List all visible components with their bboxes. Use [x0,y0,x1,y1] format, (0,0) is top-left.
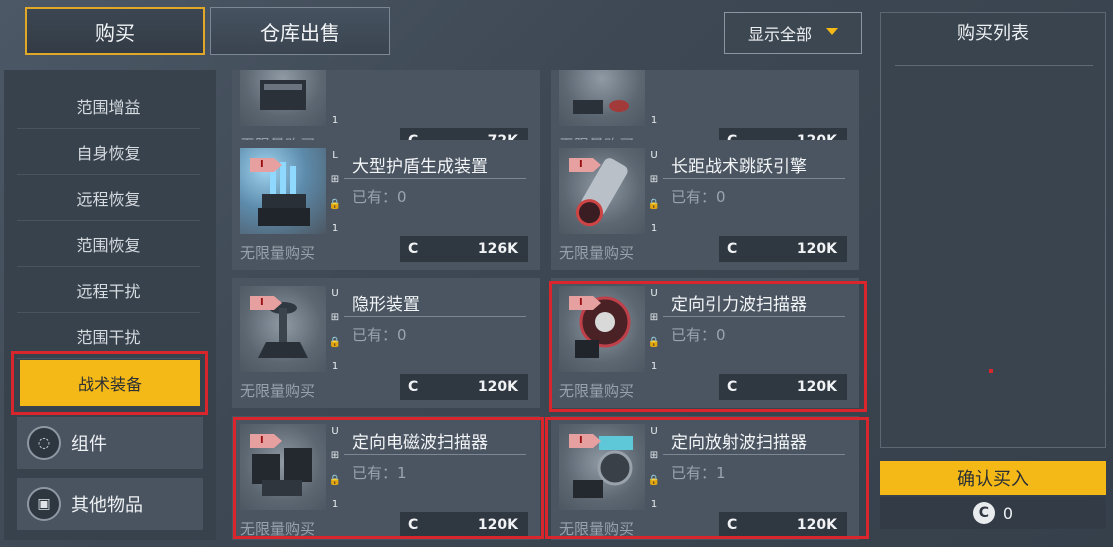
item-count: 1 [650,115,658,126]
price-value: 120K [477,379,518,395]
sidebar-item-remote-repair[interactable]: 远程恢复 [17,175,200,221]
item-count: 1 [331,222,339,234]
sidebar-item-self-repair[interactable]: 自身恢复 [17,129,200,175]
unlimited-purchase-label: 无限量购买 [240,382,316,400]
item-size: U [331,288,339,299]
sidebar-item-label: 范围干扰 [76,327,141,347]
currency-icon: C [972,502,995,524]
unlimited-purchase-label: 无限量购买 [240,244,316,262]
item-count: 1 [331,360,339,372]
item-meta: 1 [328,70,342,126]
marker-dot [989,369,993,373]
item-thumbnail: I [559,148,645,234]
currency-icon: C [408,241,419,257]
sidebar-item-label: 范围增益 [76,97,141,117]
sidebar-category-label: 组件 [71,434,107,455]
owned-count: 已有：0 [671,188,726,206]
divider [895,65,1093,66]
tab-buy[interactable]: 购买 [25,7,205,55]
sidebar-item-label: 远程恢复 [76,189,141,209]
filter-label: 显示全部 [747,25,812,44]
tab-warehouse-sell-label: 仓库出售 [260,20,340,45]
item-card-long-range-jump-engine[interactable]: I U ⊞ 🔒 1 长距战术跳跃引擎 已有：0 无限量购买 C 120K [551,140,859,270]
item-name: 隐形装置 [352,295,420,315]
highlight-box [233,417,544,539]
highlight-box [11,351,208,415]
filter-dropdown[interactable]: 显示全部 [724,12,862,54]
item-thumbnail: I [240,286,326,372]
price-box: C 126K [400,236,528,262]
lock-icon: 🔒 [647,198,661,210]
item-name: 长距战术跳跃引擎 [671,157,807,177]
highlight-box [549,281,867,412]
item-meta: U ⊞ 🔒 1 [328,288,342,372]
item-name: 大型护盾生成装置 [352,157,488,177]
item-thumbnail [559,70,645,126]
sidebar-item-range-buff[interactable]: 范围增益 [17,83,200,129]
divider [344,316,526,317]
purchase-list-title: 购买列表 [957,23,1029,44]
sidebar-item-label: 远程干扰 [76,281,141,301]
component-icon: ◌ [27,426,61,460]
item-count: 1 [650,222,658,234]
owned-count: 已有：0 [352,188,407,206]
item-meta: L ⊞ 🔒 1 [328,150,342,234]
item-meta: U ⊞ 🔒 1 [647,150,661,234]
sidebar-item-remote-jam[interactable]: 远程干扰 [17,267,200,313]
divider [344,178,526,179]
item-size: U [650,150,658,161]
currency-icon: C [408,379,419,395]
item-card-large-shield-generator[interactable]: I L ⊞ 🔒 1 大型护盾生成装置 已有：0 无限量购买 C 126K [232,140,540,270]
link-icon: ⊞ [330,174,340,186]
tab-warehouse-sell[interactable]: 仓库出售 [210,7,390,55]
item-size: L [332,150,338,161]
lock-icon: 🔒 [328,336,342,348]
price-box: C 120K [719,236,847,262]
total-cost-bar: C 0 [880,497,1106,529]
item-thumbnail: I [240,148,326,234]
item-meta: 1 [647,70,661,126]
lock-icon: 🔒 [328,198,342,210]
tab-buy-label: 购买 [95,20,135,45]
box-icon: ▣ [27,487,61,521]
price-value: 120K [796,241,837,257]
item-thumbnail [240,70,326,126]
divider [663,178,845,179]
purchase-list-panel: 购买列表 [880,12,1106,448]
sidebar-category-label: 其他物品 [71,495,143,516]
price-box: C 120K [400,374,528,400]
sidebar-item-range-repair[interactable]: 范围恢复 [17,221,200,267]
item-count: 1 [331,115,339,126]
link-icon: ⊞ [649,174,659,186]
chevron-down-icon [826,27,838,35]
highlight-box [545,417,869,539]
link-icon: ⊞ [330,312,340,324]
price-value: 126K [477,241,518,257]
unlimited-purchase-label: 无限量购买 [559,244,635,262]
owned-count: 已有：0 [352,326,407,344]
sidebar-category-other-items[interactable]: ▣ 其他物品 [17,478,203,530]
sidebar-category-components[interactable]: ◌ 组件 [17,417,203,469]
confirm-purchase-label: 确认买入 [957,469,1029,490]
sidebar-item-label: 自身恢复 [76,143,141,163]
sidebar-item-label: 范围恢复 [76,235,141,255]
total-cost-value: 0 [1002,503,1014,523]
confirm-purchase-button[interactable]: 确认买入 [880,461,1106,495]
currency-icon: C [727,241,738,257]
item-card-stealth-device[interactable]: I U ⊞ 🔒 1 隐形装置 已有：0 无限量购买 C 120K [232,278,540,408]
